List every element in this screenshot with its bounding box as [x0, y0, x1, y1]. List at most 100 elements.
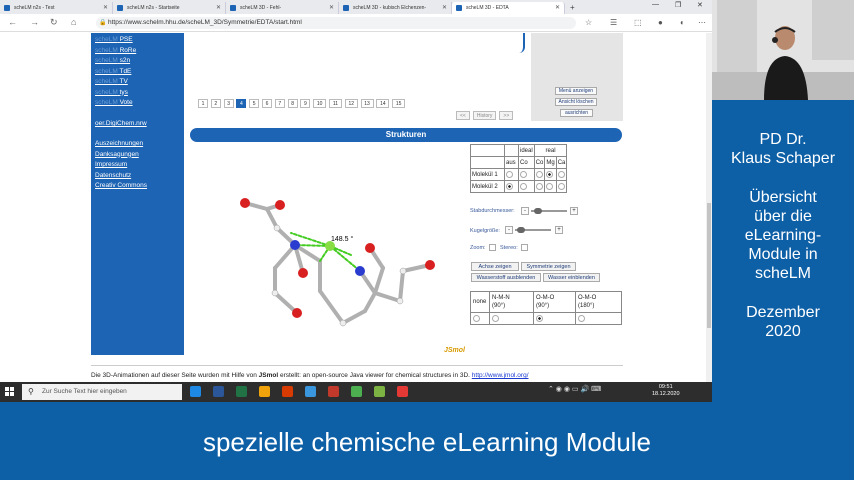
radio-mol1-ca[interactable]: [557, 170, 565, 178]
history-next-button[interactable]: >>: [499, 111, 514, 120]
sidebar-link[interactable]: scheLM PSE: [95, 36, 133, 43]
taskbar-search-input[interactable]: ⚲ Zur Suche Text hier eingeben: [22, 384, 182, 400]
radio-angle-omo-180[interactable]: [578, 314, 585, 322]
close-tab-icon[interactable]: ✕: [103, 4, 108, 11]
radio-angle-none[interactable]: [473, 314, 480, 322]
minimize-icon[interactable]: —: [652, 1, 659, 8]
molecule-3d-viewer[interactable]: 148.5 °: [225, 183, 445, 348]
jmol-link[interactable]: http://www.jmol.org/: [472, 372, 529, 379]
radio-mol1-mg[interactable]: [546, 170, 554, 178]
page-number[interactable]: 15: [392, 99, 406, 108]
taskbar-app-icon[interactable]: [190, 386, 201, 397]
auszeichnungen-link[interactable]: Auszeichnungen: [95, 140, 143, 147]
show-axes-button[interactable]: Achse zeigen: [471, 262, 519, 271]
taskbar-app-icon[interactable]: [351, 386, 362, 397]
taskbar-app-icon[interactable]: [397, 386, 408, 397]
page-number[interactable]: 5: [249, 99, 260, 108]
taskbar-app-icon[interactable]: [282, 386, 293, 397]
page-number[interactable]: 9: [300, 99, 311, 108]
zoom-checkbox[interactable]: [489, 244, 496, 251]
home-icon[interactable]: ⌂: [71, 17, 76, 27]
digichem-link[interactable]: oer.DigiChem.nrw: [95, 120, 147, 127]
radio-mol2-ca[interactable]: [557, 182, 565, 190]
sidebar-link[interactable]: scheLM TV: [95, 78, 128, 85]
forward-icon[interactable]: →: [30, 17, 39, 27]
page-number[interactable]: 14: [376, 99, 390, 108]
profile-icon[interactable]: ●: [658, 18, 663, 27]
reload-icon[interactable]: ↻: [50, 17, 58, 28]
browser-tab[interactable]: scheLM n2s - Startseite ✕: [113, 2, 226, 14]
stab-minus-button[interactable]: -: [521, 207, 529, 215]
danksagungen-link[interactable]: Danksagungen: [95, 151, 139, 158]
new-tab-button[interactable]: +: [570, 3, 575, 12]
browser-tab[interactable]: scheLM n2s - Test ✕: [0, 2, 113, 14]
jsmol-logo[interactable]: JSmol: [444, 347, 465, 354]
browser-tab-active[interactable]: scheLM 3D - EDTA ✕: [452, 2, 565, 14]
page-number[interactable]: 10: [313, 99, 327, 108]
browser-tab[interactable]: scheLM 3D - Fehl- ✕: [226, 2, 339, 14]
sidebar-link[interactable]: scheLM s2n: [95, 57, 130, 64]
show-symmetry-button[interactable]: Symmetrie zeigen: [521, 262, 576, 271]
kugel-minus-button[interactable]: -: [505, 226, 513, 234]
align-button[interactable]: ausrichten: [560, 109, 593, 117]
kugel-slider-handle[interactable]: [517, 227, 525, 233]
page-number[interactable]: 1: [198, 99, 208, 108]
favorite-star-icon[interactable]: ☆: [585, 18, 592, 27]
extensions-icon[interactable]: ⬚: [634, 18, 642, 27]
page-number[interactable]: 8: [287, 99, 298, 108]
more-options-icon[interactable]: ⋯: [698, 18, 706, 27]
radio-angle-nmn[interactable]: [492, 314, 499, 322]
sidebar-link[interactable]: scheLM Vote: [95, 99, 133, 106]
close-tab-icon[interactable]: ✕: [216, 4, 221, 11]
taskbar-app-icon[interactable]: [305, 386, 316, 397]
browser-tab[interactable]: scheLM 3D - kubisch Elchenzen- ✕: [339, 2, 452, 14]
stab-plus-button[interactable]: +: [570, 207, 578, 215]
taskbar-app-icon[interactable]: [236, 386, 247, 397]
sidebar-link[interactable]: scheLM tys: [95, 89, 128, 96]
sidebar-link[interactable]: scheLM TdE: [95, 68, 131, 75]
scrollbar-thumb[interactable]: [707, 203, 711, 328]
kugel-plus-button[interactable]: +: [555, 226, 563, 234]
menu-show-button[interactable]: Menü anzeigen: [555, 87, 597, 95]
page-number[interactable]: 3: [223, 99, 234, 108]
radio-mol2-co-real[interactable]: [535, 182, 543, 190]
close-tab-icon[interactable]: ✕: [442, 4, 447, 11]
close-tab-icon[interactable]: ✕: [329, 4, 334, 11]
radio-mol2-aus[interactable]: [506, 182, 513, 190]
impressum-link[interactable]: Impressum: [95, 161, 127, 168]
datenschutz-link[interactable]: Datenschutz: [95, 172, 131, 179]
radio-mol1-aus[interactable]: [506, 170, 513, 178]
windows-start-icon[interactable]: [5, 387, 15, 397]
taskbar-clock[interactable]: 09:51 18.12.2020: [652, 384, 680, 398]
radio-mol1-co-ideal[interactable]: [520, 170, 527, 178]
show-water-button[interactable]: Wasser einblenden: [543, 273, 600, 282]
close-window-icon[interactable]: ✕: [697, 1, 703, 9]
history-prev-button[interactable]: <<: [456, 111, 470, 120]
radio-mol2-co-ideal[interactable]: [520, 182, 527, 190]
page-number[interactable]: 12: [344, 99, 358, 108]
radio-mol2-mg[interactable]: [546, 182, 554, 190]
maximize-icon[interactable]: ❐: [675, 1, 681, 9]
url-input[interactable]: 🔒 https://www.schelm.hhu.de/scheLM_3D/Sym…: [96, 17, 576, 29]
collections-icon[interactable]: ☰: [610, 18, 617, 27]
creative-commons-link[interactable]: Creativ Commons: [95, 182, 147, 189]
sidebar-link[interactable]: scheLM RoRe: [95, 47, 136, 54]
clear-view-button[interactable]: Ansicht löschen: [555, 98, 597, 106]
back-icon[interactable]: ←: [8, 17, 17, 27]
page-number-current[interactable]: 4: [236, 99, 247, 108]
taskbar-app-icon[interactable]: [213, 386, 224, 397]
page-number[interactable]: 6: [261, 99, 272, 108]
hide-hydrogen-button[interactable]: Wasserstoff ausblenden: [471, 273, 541, 282]
close-tab-icon[interactable]: ✕: [555, 4, 560, 11]
page-number[interactable]: 2: [210, 99, 221, 108]
radio-mol1-co-real[interactable]: [535, 170, 543, 178]
taskbar-app-icon[interactable]: [374, 386, 385, 397]
taskbar-app-icon[interactable]: [259, 386, 270, 397]
page-number[interactable]: 11: [328, 99, 342, 108]
taskbar-app-icon[interactable]: [328, 386, 339, 397]
stab-slider-handle[interactable]: [534, 208, 542, 214]
stereo-checkbox[interactable]: [521, 244, 528, 251]
edge-icon[interactable]: ◐: [680, 18, 685, 27]
page-number[interactable]: 7: [274, 99, 285, 108]
radio-angle-omo-90[interactable]: [536, 314, 543, 322]
